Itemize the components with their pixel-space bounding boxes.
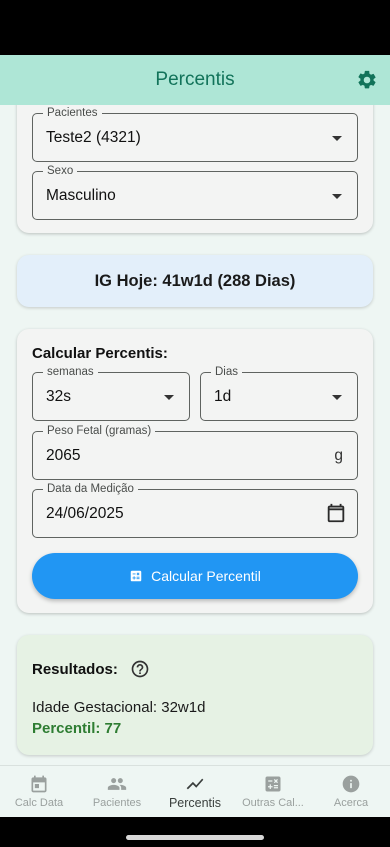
calendar-icon: [31, 775, 47, 793]
weight-label: Peso Fetal (gramas): [43, 424, 156, 438]
patients-dropdown[interactable]: Pacientes Teste2 (4321): [32, 106, 358, 162]
bottom-navigation: Calc Data Pacientes Percentis Outras Cal…: [0, 765, 390, 817]
nav-item-calc-data[interactable]: Calc Data: [0, 766, 78, 818]
calculate-button-label: Calcular Percentil: [151, 568, 261, 584]
nav-label-pacientes: Pacientes: [92, 797, 142, 809]
nav-label-acerca: Acerca: [333, 797, 369, 809]
page-title: Percentis: [155, 69, 235, 90]
gear-icon[interactable]: [356, 69, 378, 91]
chevron-down-icon: [332, 194, 342, 199]
weeks-label: semanas: [43, 365, 98, 379]
gestational-age-result: Idade Gestacional: 32w1d: [32, 699, 206, 716]
content-area: Pacientes Teste2 (4321) Sexo Masculino I…: [0, 105, 390, 765]
status-bar: [0, 0, 390, 55]
info-icon: [342, 775, 360, 793]
patients-label: Pacientes: [43, 106, 102, 120]
calculate-percentile-button[interactable]: Calcular Percentil: [32, 553, 358, 599]
people-icon: [107, 778, 127, 790]
calc-card: Calcular Percentis: semanas 32s Dias 1d …: [17, 329, 373, 613]
nav-label-outras-calc: Outras Cal...: [242, 797, 304, 809]
results-title: Resultados:: [32, 661, 118, 678]
days-dropdown[interactable]: Dias 1d: [200, 365, 358, 421]
calculator-icon: [265, 776, 281, 792]
chevron-down-icon: [332, 395, 342, 400]
weight-unit: g: [334, 447, 343, 464]
chevron-down-icon: [332, 136, 342, 141]
percentile-result: Percentil: 77: [32, 720, 122, 737]
results-card: Resultados: Idade Gestacional: 32w1d Per…: [17, 635, 373, 755]
date-label: Data da Medição: [43, 482, 138, 496]
ig-today-card: IG Hoje: 41w1d (288 Dias): [17, 255, 373, 307]
sex-dropdown[interactable]: Sexo Masculino: [32, 164, 358, 220]
home-indicator[interactable]: [126, 835, 264, 840]
weight-field[interactable]: Peso Fetal (gramas) 2065 g: [32, 424, 358, 480]
weeks-dropdown[interactable]: semanas 32s: [32, 365, 190, 421]
nav-item-acerca[interactable]: Acerca: [312, 766, 390, 818]
home-indicator-area: [0, 817, 390, 847]
patients-value: Teste2 (4321): [46, 129, 141, 146]
date-value: 24/06/2025: [46, 505, 124, 522]
weeks-value: 32s: [46, 388, 71, 405]
sex-value: Masculino: [46, 187, 116, 204]
nav-label-percentis: Percentis: [168, 796, 222, 810]
calendar-icon[interactable]: [325, 502, 347, 524]
weight-value: 2065: [46, 447, 81, 464]
calc-title: Calcular Percentis:: [32, 345, 168, 362]
nav-item-percentis[interactable]: Percentis: [156, 766, 234, 818]
ig-today-text: IG Hoje: 41w1d (288 Dias): [94, 271, 296, 290]
nav-item-outras-calc[interactable]: Outras Cal...: [234, 766, 312, 818]
help-icon[interactable]: [130, 659, 150, 679]
calculator-icon: [130, 570, 142, 582]
days-value: 1d: [214, 388, 232, 405]
patient-card: Pacientes Teste2 (4321) Sexo Masculino: [17, 105, 373, 233]
trending-icon: [186, 778, 204, 790]
date-field[interactable]: Data da Medição 24/06/2025: [32, 482, 358, 538]
sex-label: Sexo: [43, 164, 78, 178]
app-bar: Percentis: [0, 55, 390, 105]
chevron-down-icon: [164, 395, 174, 400]
nav-item-pacientes[interactable]: Pacientes: [78, 766, 156, 818]
days-label: Dias: [211, 365, 243, 379]
nav-label-calc-data: Calc Data: [14, 797, 64, 809]
